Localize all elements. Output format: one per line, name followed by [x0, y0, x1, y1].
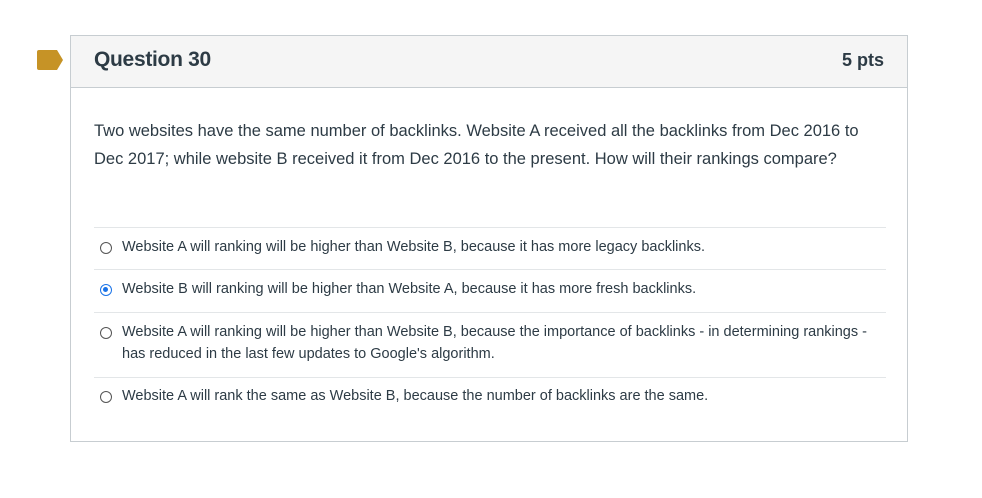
answer-option-2[interactable]: Website B will ranking will be higher th…	[94, 270, 886, 313]
answer-label: Website A will ranking will be higher th…	[122, 239, 705, 255]
radio-button[interactable]	[100, 391, 112, 403]
question-points: 5 pts	[841, 50, 884, 70]
answer-label: Website A will rank the same as Website …	[122, 388, 709, 404]
question-title: Question 30	[94, 48, 211, 71]
answer-option-3[interactable]: Website A will ranking will be higher th…	[94, 313, 886, 378]
radio-button[interactable]	[100, 327, 112, 339]
answer-label: Website B will ranking will be higher th…	[122, 281, 697, 297]
answer-option-4[interactable]: Website A will rank the same as Website …	[94, 378, 886, 407]
question-text: Two websites have the same number of bac…	[94, 122, 859, 168]
answer-option-1[interactable]: Website A will ranking will be higher th…	[94, 228, 886, 270]
answer-list: Website A will ranking will be higher th…	[94, 227, 886, 407]
bookmark-flag-icon[interactable]	[37, 50, 63, 70]
answer-label: Website A will ranking will be higher th…	[122, 324, 867, 362]
radio-button-selected[interactable]	[100, 284, 112, 296]
question-card: Question 30 5 pts Two websites have the …	[70, 35, 908, 442]
radio-button[interactable]	[100, 242, 112, 254]
question-header: Question 30 5 pts	[71, 36, 907, 88]
